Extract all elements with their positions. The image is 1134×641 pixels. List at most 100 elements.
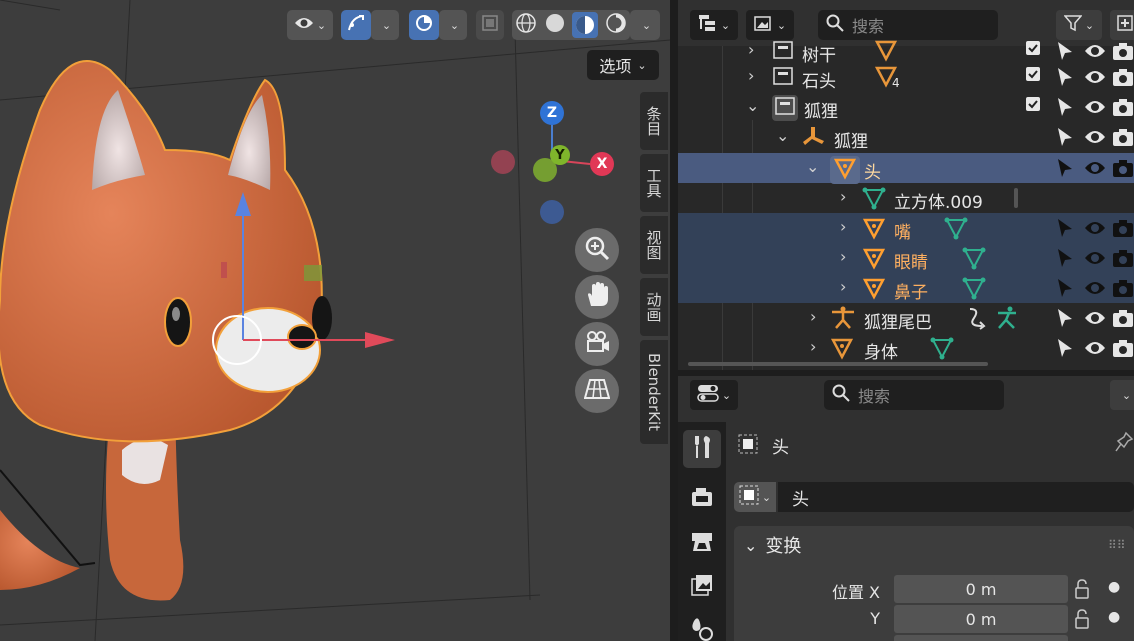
select-arrow-icon[interactable] (1056, 127, 1074, 151)
tab-render[interactable] (683, 480, 721, 518)
options-dropdown[interactable]: 选项 ⌄ (587, 50, 659, 80)
keyframe-dot-icon[interactable]: ● (1108, 609, 1120, 625)
properties-search-input[interactable]: 搜索 (824, 380, 1004, 410)
select-arrow-icon[interactable] (1056, 97, 1074, 121)
gizmo-label-z[interactable]: Z (540, 101, 564, 125)
chevron-right-icon[interactable]: › (840, 277, 846, 296)
location-z-field[interactable] (894, 635, 1068, 641)
pan-button[interactable] (575, 275, 619, 319)
eye-icon[interactable] (1084, 248, 1106, 272)
eye-icon[interactable] (1084, 67, 1106, 91)
outliner-row-mesh-active[interactable]: ⌄ 头 (678, 153, 1134, 184)
rendered-shading-icon[interactable] (605, 12, 627, 38)
gizmo-dropdown[interactable]: ⌄ (371, 10, 399, 40)
exclude-checkbox[interactable] (1026, 67, 1040, 81)
chevron-right-icon[interactable]: › (810, 337, 816, 356)
eye-icon[interactable] (1084, 127, 1106, 151)
outliner-row-armature[interactable]: › 狐狸尾巴 (678, 303, 1134, 333)
gizmo-label-y[interactable]: Y (550, 145, 570, 165)
chevron-right-icon[interactable]: › (840, 247, 846, 266)
shading-group[interactable] (512, 10, 630, 40)
chevron-right-icon[interactable]: › (748, 40, 754, 59)
shading-dropdown[interactable]: ⌄ (630, 10, 660, 40)
tab-animation[interactable]: 动画 (640, 278, 668, 336)
camera-render-icon[interactable] (1112, 248, 1134, 272)
camera-render-icon[interactable] (1112, 97, 1134, 121)
keyframe-dot-icon[interactable]: ● (1108, 579, 1120, 595)
outliner-row-armature[interactable]: ⌄ 狐狸 (678, 122, 1134, 152)
outliner-row-mesh[interactable]: › 身体 (678, 333, 1134, 363)
eye-icon[interactable] (1084, 218, 1106, 242)
outliner-row-mesh-data[interactable]: › 立方体.009 (678, 183, 1134, 213)
perspective-toggle-button[interactable] (575, 369, 619, 413)
outliner-row-collection[interactable]: › 石头 4 (678, 62, 1134, 92)
lock-icon[interactable] (1074, 578, 1090, 604)
outliner-scrollbar[interactable] (688, 362, 988, 366)
viewport-scene[interactable] (0, 0, 670, 641)
tab-tool[interactable]: 工具 (640, 154, 668, 212)
lock-icon[interactable] (1074, 608, 1090, 634)
select-arrow-icon[interactable] (1056, 338, 1074, 362)
scroll-handle[interactable] (1014, 188, 1018, 208)
select-arrow-icon[interactable] (1056, 278, 1074, 302)
eye-icon[interactable] (1084, 338, 1106, 362)
tab-output[interactable] (683, 524, 721, 562)
chevron-right-icon[interactable]: › (810, 307, 816, 326)
location-x-field[interactable]: 0 m (894, 575, 1068, 603)
outliner-row-collection[interactable]: ⌄ 狐狸 (678, 92, 1134, 122)
camera-render-icon[interactable] (1112, 218, 1134, 242)
tab-blenderkit[interactable]: BlenderKit (640, 340, 668, 444)
overlays-dropdown[interactable]: ⌄ (439, 10, 467, 40)
camera-render-icon[interactable] (1112, 278, 1134, 302)
chevron-right-icon[interactable]: › (748, 66, 754, 85)
eye-icon[interactable] (1084, 97, 1106, 121)
wireframe-shading-icon[interactable] (515, 12, 537, 38)
chevron-down-icon[interactable]: ⌄ (776, 126, 789, 145)
object-name-field[interactable]: 头 (778, 482, 1134, 512)
select-arrow-icon[interactable] (1056, 218, 1074, 242)
chevron-down-icon[interactable]: ⌄ (746, 96, 759, 115)
tab-view-layer[interactable] (683, 568, 721, 606)
3d-viewport[interactable]: Z Y X ⌄ ⌄ ⌄ ⌄ 选项 ⌄ 条目 工具 视图 动画 BlenderKit (0, 0, 670, 641)
gizmo-toggle[interactable] (341, 10, 371, 40)
xray-toggle[interactable] (476, 10, 504, 40)
select-arrow-icon[interactable] (1056, 308, 1074, 332)
camera-render-icon[interactable] (1112, 308, 1134, 332)
outliner-row-mesh[interactable]: › 鼻子 (678, 273, 1134, 303)
location-y-field[interactable]: 0 m (894, 605, 1068, 633)
camera-render-icon[interactable] (1112, 338, 1134, 362)
exclude-checkbox[interactable] (1026, 41, 1040, 55)
eye-icon[interactable] (1084, 308, 1106, 332)
chevron-right-icon[interactable]: › (840, 217, 846, 236)
select-arrow-icon[interactable] (1056, 67, 1074, 91)
zoom-button[interactable] (575, 228, 619, 272)
editor-type-dropdown[interactable]: ⌄ (690, 380, 738, 410)
chevron-right-icon[interactable]: › (840, 187, 846, 206)
camera-render-icon[interactable] (1112, 158, 1134, 182)
tab-tool-settings[interactable] (683, 430, 721, 468)
select-arrow-icon[interactable] (1056, 248, 1074, 272)
select-arrow-icon[interactable] (1056, 158, 1074, 182)
transform-panel-header[interactable]: ⌄ 变换 ⠿⠿ (734, 526, 1134, 564)
outliner-row-mesh[interactable]: › 眼睛 (678, 243, 1134, 273)
properties-panel[interactable]: ⌄ 搜索 ⌄ 头 ⌄ 头 ⌄ 变换 ⠿⠿ 位置 X 0 m ● Y 0 m ● (678, 376, 1134, 641)
outliner-row-mesh[interactable]: › 嘴 (678, 213, 1134, 243)
pin-icon[interactable] (1114, 431, 1134, 459)
material-shading-icon[interactable] (572, 12, 599, 38)
overlays-toggle[interactable] (409, 10, 439, 40)
camera-view-button[interactable] (575, 322, 619, 366)
visibility-dropdown[interactable]: ⌄ (287, 10, 333, 40)
object-type-dropdown[interactable]: ⌄ (734, 482, 776, 512)
drag-handle-icon[interactable]: ⠿⠿ (1108, 538, 1126, 552)
solid-shading-icon[interactable] (544, 12, 566, 38)
chevron-down-icon[interactable]: ⌄ (806, 157, 819, 176)
tab-view[interactable]: 视图 (640, 216, 668, 274)
eye-icon[interactable] (1084, 158, 1106, 182)
outliner-panel[interactable]: ⌄ ⌄ 搜索 ⌄ › 树干 › 石头 4 ⌄ 狐狸 ⌄ 狐狸 ⌄ 头 › 立方体… (678, 0, 1134, 370)
tab-item[interactable]: 条目 (640, 92, 668, 150)
gizmo-label-x[interactable]: X (590, 152, 614, 176)
eye-icon[interactable] (1084, 278, 1106, 302)
camera-render-icon[interactable] (1112, 67, 1134, 91)
camera-render-icon[interactable] (1112, 127, 1134, 151)
exclude-checkbox[interactable] (1026, 97, 1040, 111)
